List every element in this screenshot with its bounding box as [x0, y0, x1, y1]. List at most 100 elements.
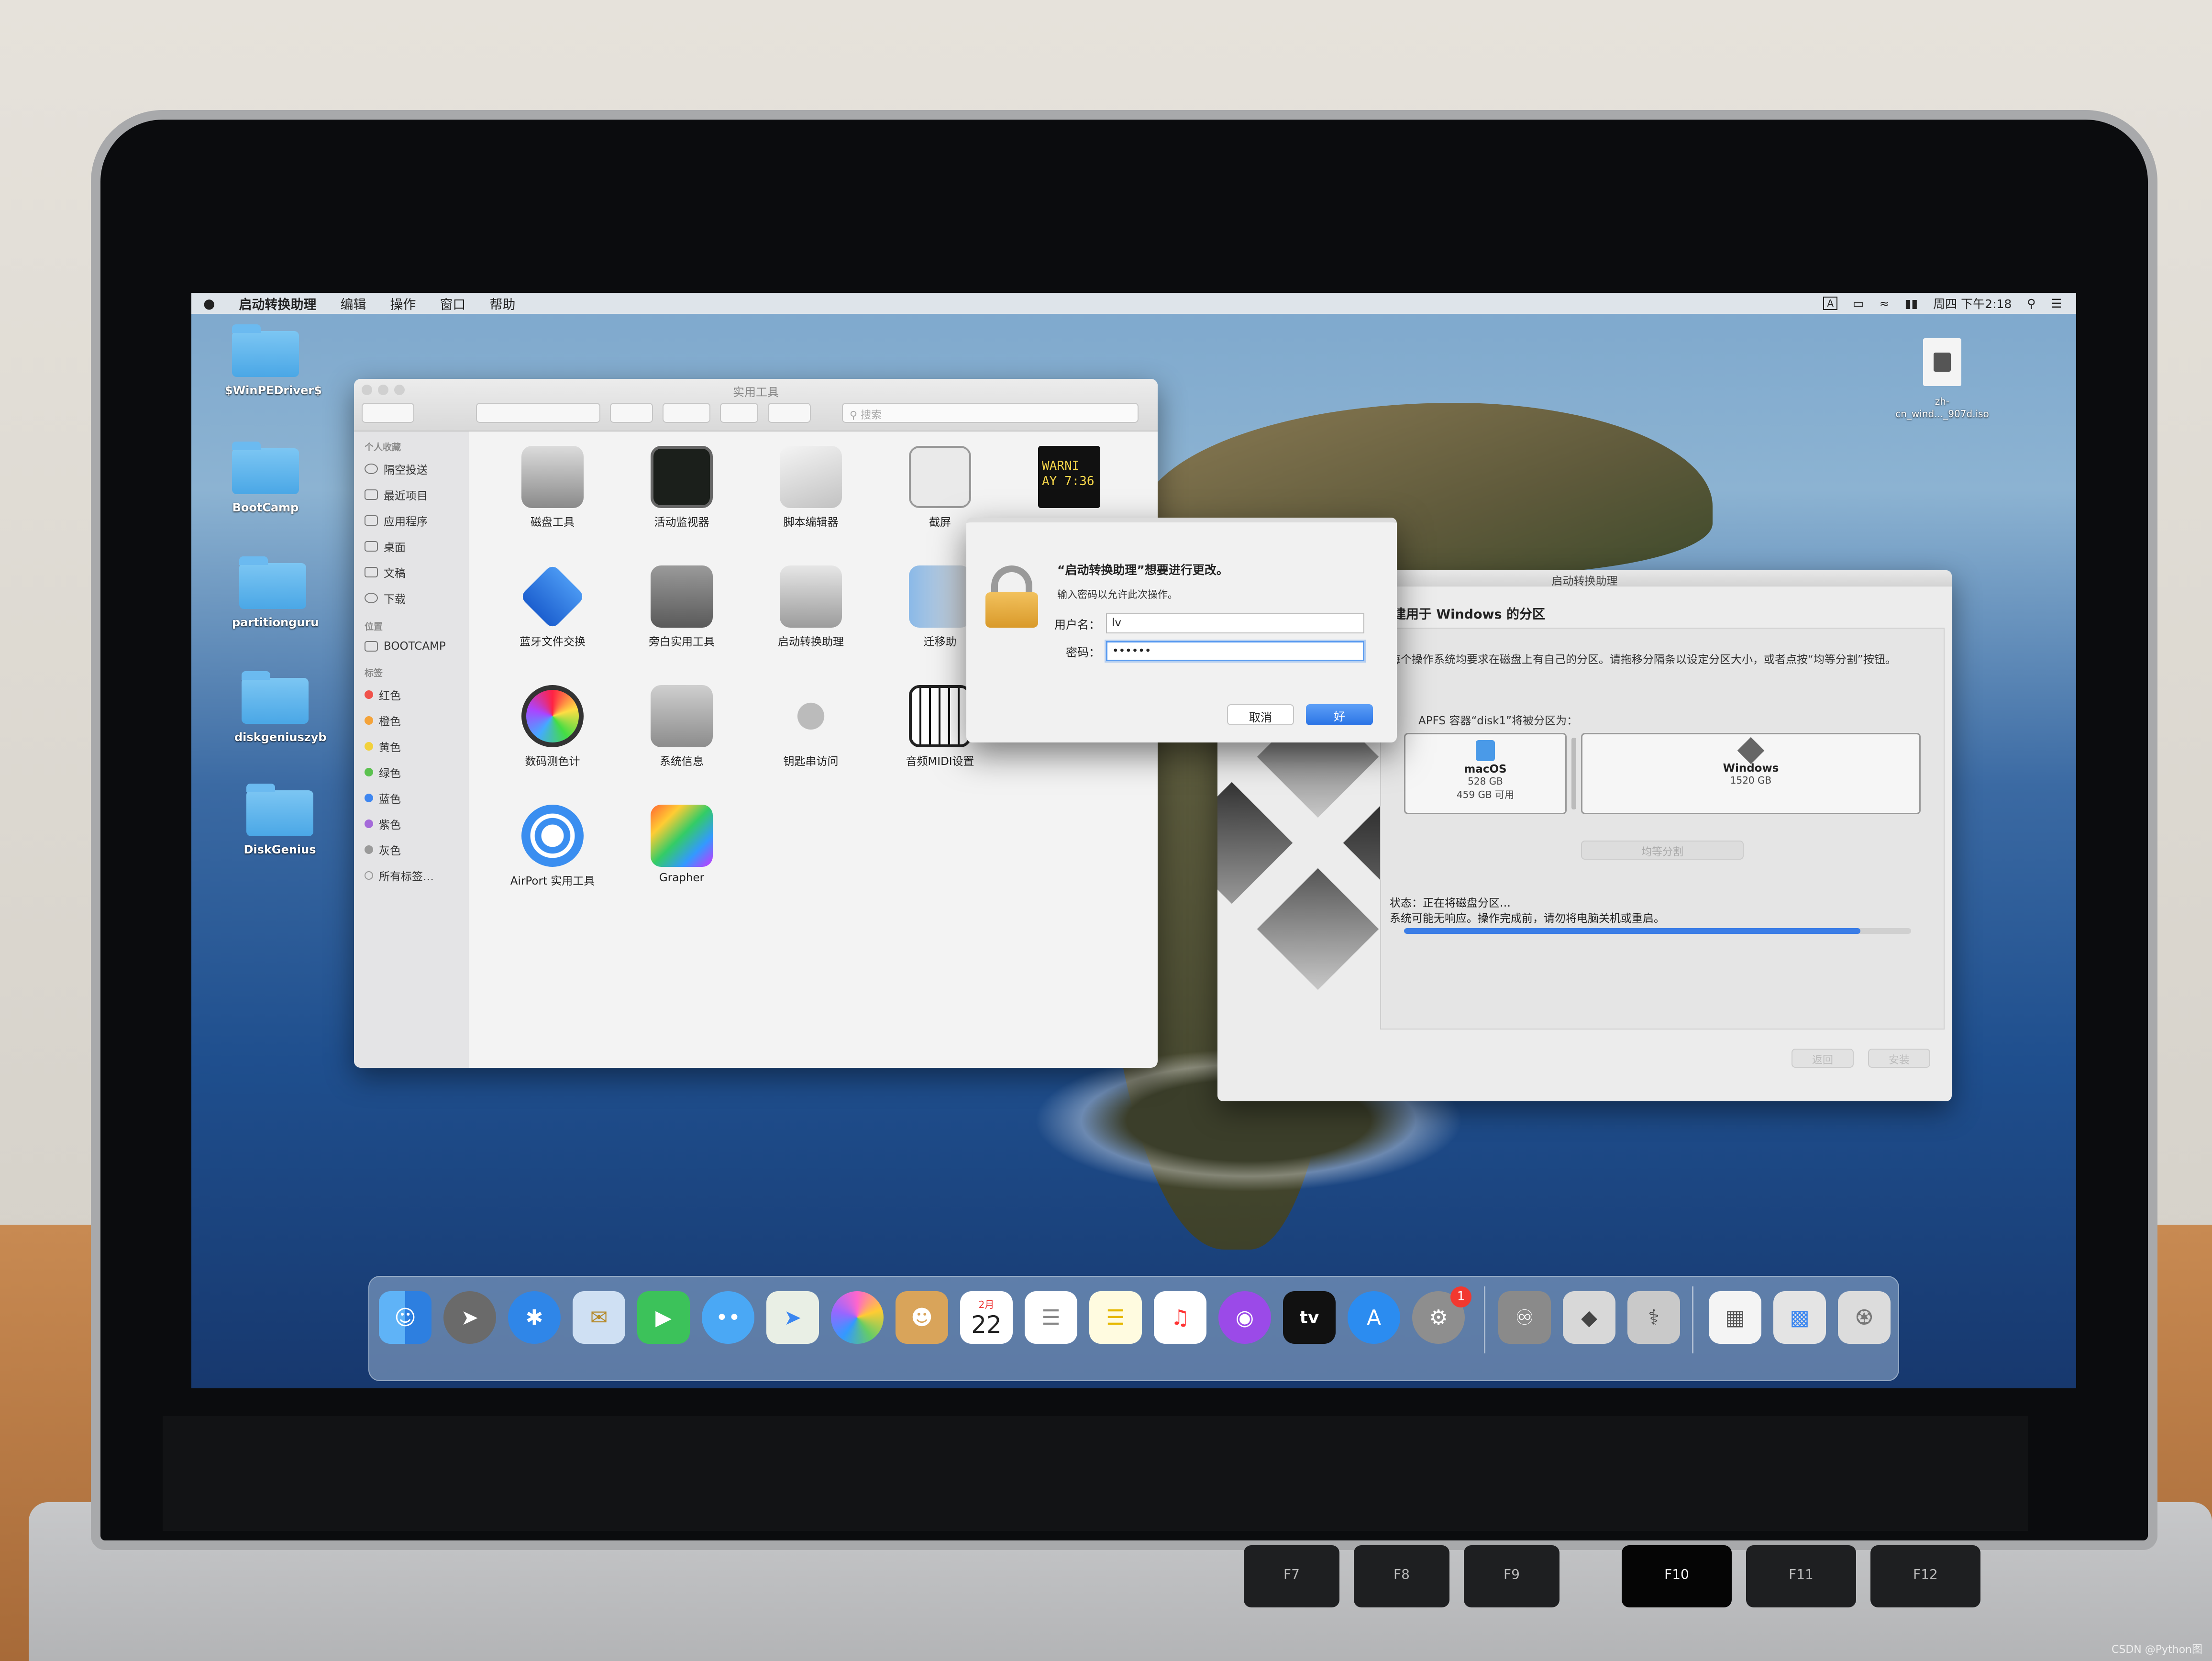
finder-icon[interactable]: ☺	[379, 1291, 431, 1344]
tv-icon[interactable]: tv	[1283, 1291, 1336, 1344]
boot-camp-icon[interactable]: ◆	[1563, 1291, 1615, 1344]
app-script-editor[interactable]: 脚本编辑器	[746, 446, 875, 529]
trash-icon[interactable]: ♼	[1838, 1291, 1891, 1344]
tag-icon[interactable]	[768, 403, 811, 423]
sidebar-item-downloads[interactable]: 下载	[354, 585, 469, 611]
sidebar-item-recents[interactable]: 最近项目	[354, 482, 469, 508]
sidebar-item-bootcamp[interactable]: BOOTCAMP	[354, 635, 469, 657]
app-label: 磁盘工具	[531, 516, 575, 529]
windows-partition[interactable]: Windows 1520 GB	[1581, 733, 1921, 814]
desktop-folder-partitionguru[interactable]: partitionguru	[232, 556, 319, 629]
podcasts-icon[interactable]: ◉	[1218, 1291, 1271, 1344]
contacts-icon[interactable]: ☻	[896, 1291, 948, 1344]
apple-menu-icon[interactable]: ●	[191, 296, 227, 311]
view-mode-buttons[interactable]	[476, 403, 600, 423]
app-airport-utility[interactable]: AirPort 实用工具	[488, 805, 617, 888]
app-screenshot[interactable]: 截屏	[875, 446, 1005, 529]
app-console[interactable]: WARNI AY 7:36	[1005, 446, 1134, 513]
desktop-file-iso[interactable]: zh- cn_wind..._907d.iso	[1887, 338, 1997, 420]
menu-window[interactable]: 窗口	[428, 294, 477, 313]
menu-app-name[interactable]: 启动转换助理	[227, 294, 328, 313]
app-activity-monitor[interactable]: 活动监视器	[617, 446, 746, 529]
equal-split-button[interactable]: 均等分割	[1581, 841, 1744, 860]
sidebar-item-documents[interactable]: 文稿	[354, 559, 469, 585]
sidebar-tag-orange[interactable]: 橙色	[354, 708, 469, 733]
app-bluetooth-file-exchange[interactable]: 蓝牙文件交换	[488, 564, 617, 649]
spotlight-icon[interactable]: ⚲	[2027, 297, 2035, 310]
app-store-icon[interactable]: A	[1348, 1291, 1400, 1344]
menu-clock[interactable]: 周四 下午2:18	[1933, 295, 2012, 312]
windows-disk-icon	[1737, 737, 1765, 764]
share-icon[interactable]	[720, 403, 758, 423]
cancel-button[interactable]: 取消	[1227, 704, 1294, 725]
ok-button[interactable]: 好	[1306, 704, 1373, 725]
safari-icon[interactable]: ✱	[508, 1291, 561, 1344]
reminders-icon[interactable]: ☰	[1025, 1291, 1077, 1344]
console-icon: WARNI AY 7:36	[1038, 446, 1100, 508]
menu-action[interactable]: 操作	[378, 294, 428, 313]
group-button[interactable]	[610, 403, 653, 423]
launchpad-icon[interactable]: ➤	[443, 1291, 496, 1344]
mail-icon[interactable]: ✉	[573, 1291, 625, 1344]
install-button[interactable]: 安装	[1868, 1049, 1930, 1068]
gear-icon[interactable]	[663, 403, 710, 423]
battery-icon[interactable]: ▮▮	[1905, 297, 1918, 310]
voiceover-utility-icon[interactable]: ♾	[1498, 1291, 1551, 1344]
username-field[interactable]: lv	[1106, 613, 1364, 633]
piano-keyboard-icon	[909, 685, 971, 747]
app-voiceover-utility[interactable]: 旁白实用工具	[617, 565, 746, 649]
app-system-information[interactable]: 系统信息	[617, 685, 746, 768]
music-icon[interactable]: ♫	[1154, 1291, 1206, 1344]
maps-icon[interactable]: ➤	[766, 1291, 819, 1344]
menu-help[interactable]: 帮助	[477, 294, 527, 313]
input-source-icon[interactable]: A	[1823, 297, 1838, 310]
facetime-icon[interactable]: ▶	[637, 1291, 690, 1344]
macos-partition[interactable]: macOS 528 GB 459 GB 可用	[1404, 733, 1567, 814]
desktop-folder-winpedriver[interactable]: $WinPEDriver$	[225, 324, 322, 397]
disk-utility-icon[interactable]: ⚕	[1627, 1291, 1680, 1344]
screenshot-icon[interactable]: ▩	[1773, 1291, 1826, 1344]
sidebar-item-applications[interactable]: 应用程序	[354, 508, 469, 533]
wifi-icon[interactable]: ≈	[1880, 297, 1890, 310]
app-keychain-access[interactable]: 钥匙串访问	[746, 685, 875, 768]
sidebar-tag-blue[interactable]: 蓝色	[354, 785, 469, 811]
sidebar-tag-red[interactable]: 红色	[354, 682, 469, 708]
messages-icon[interactable]: ••	[702, 1291, 754, 1344]
app-boot-camp-assistant[interactable]: 启动转换助理	[746, 565, 875, 649]
key-f11: F11	[1746, 1545, 1856, 1607]
tag-dot-icon	[365, 871, 373, 880]
partition-progress-bar	[1404, 928, 1911, 934]
app-label: AirPort 实用工具	[510, 875, 595, 887]
sidebar-tag-purple[interactable]: 紫色	[354, 811, 469, 837]
notes-icon[interactable]: ☰	[1089, 1291, 1142, 1344]
sidebar-item-airdrop[interactable]: 隔空投送	[354, 456, 469, 482]
back-button[interactable]: 返回	[1792, 1049, 1854, 1068]
desktop-file-label-1: zh-	[1935, 396, 1950, 407]
file-icon[interactable]: ▦	[1709, 1291, 1761, 1344]
partition-divider-handle[interactable]	[1571, 738, 1576, 809]
wifi-icon	[521, 805, 584, 867]
sidebar-tag-gray[interactable]: 灰色	[354, 837, 469, 863]
calendar-icon[interactable]: 2月 22	[960, 1291, 1013, 1344]
finder-search-input[interactable]: ⚲ 搜索	[842, 403, 1139, 423]
desktop-label: diskgeniuszyb	[234, 731, 327, 744]
desktop-folder-bootcamp[interactable]: BootCamp	[225, 442, 306, 514]
notification-center-icon[interactable]: ☰	[2051, 297, 2062, 310]
sidebar-all-tags[interactable]: 所有标签…	[354, 863, 469, 888]
desktop-folder-diskgeniuszyb[interactable]: diskgeniuszyb	[234, 671, 327, 744]
app-digital-color-meter[interactable]: 数码测色计	[488, 685, 617, 768]
key-f10: F10	[1622, 1545, 1732, 1607]
password-label: 密码：	[1066, 645, 1100, 659]
sidebar-tag-yellow[interactable]: 黄色	[354, 733, 469, 759]
back-forward-buttons[interactable]	[362, 403, 414, 423]
desktop-folder-diskgenius[interactable]: DiskGenius	[239, 784, 321, 856]
app-grapher[interactable]: Grapher	[617, 805, 746, 884]
sidebar-item-desktop[interactable]: 桌面	[354, 533, 469, 559]
password-field[interactable]: ••••••	[1106, 641, 1364, 661]
sidebar-tag-green[interactable]: 绿色	[354, 759, 469, 785]
airplay-icon[interactable]: ▭	[1853, 297, 1864, 310]
photos-icon[interactable]	[831, 1291, 884, 1344]
menu-edit[interactable]: 编辑	[328, 294, 378, 313]
app-disk-utility[interactable]: 磁盘工具	[488, 446, 617, 529]
windows-partition-size: 1520 GB	[1730, 775, 1772, 786]
